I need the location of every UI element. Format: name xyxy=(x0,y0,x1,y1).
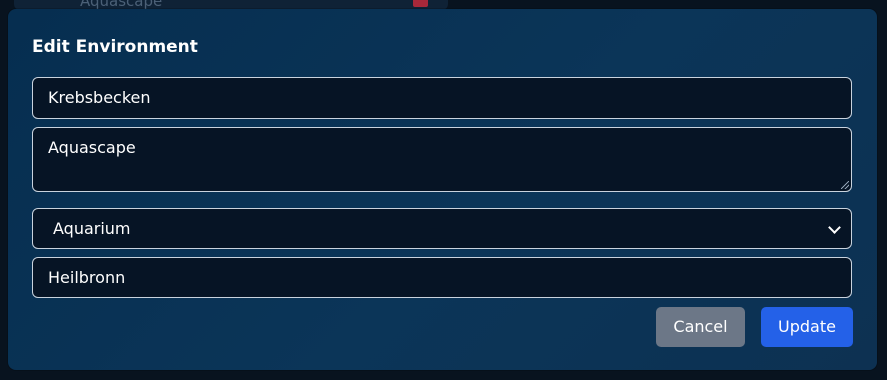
cancel-button[interactable]: Cancel xyxy=(656,307,745,347)
description-textarea[interactable]: Aquascape xyxy=(32,127,852,192)
environment-type-select[interactable]: Aquarium xyxy=(32,208,852,249)
environment-type-value: Aquarium xyxy=(53,219,131,238)
description-text: Aquascape xyxy=(48,138,136,157)
trash-icon xyxy=(413,0,428,7)
edit-environment-modal: Edit Environment Krebsbecken Aquascape A… xyxy=(8,9,877,370)
name-input[interactable]: Krebsbecken xyxy=(32,77,852,119)
chevron-down-icon xyxy=(828,221,841,234)
update-button[interactable]: Update xyxy=(761,307,853,347)
modal-title: Edit Environment xyxy=(32,37,198,57)
resize-grip-icon[interactable] xyxy=(841,181,849,189)
location-input[interactable]: Heilbronn xyxy=(32,257,852,298)
